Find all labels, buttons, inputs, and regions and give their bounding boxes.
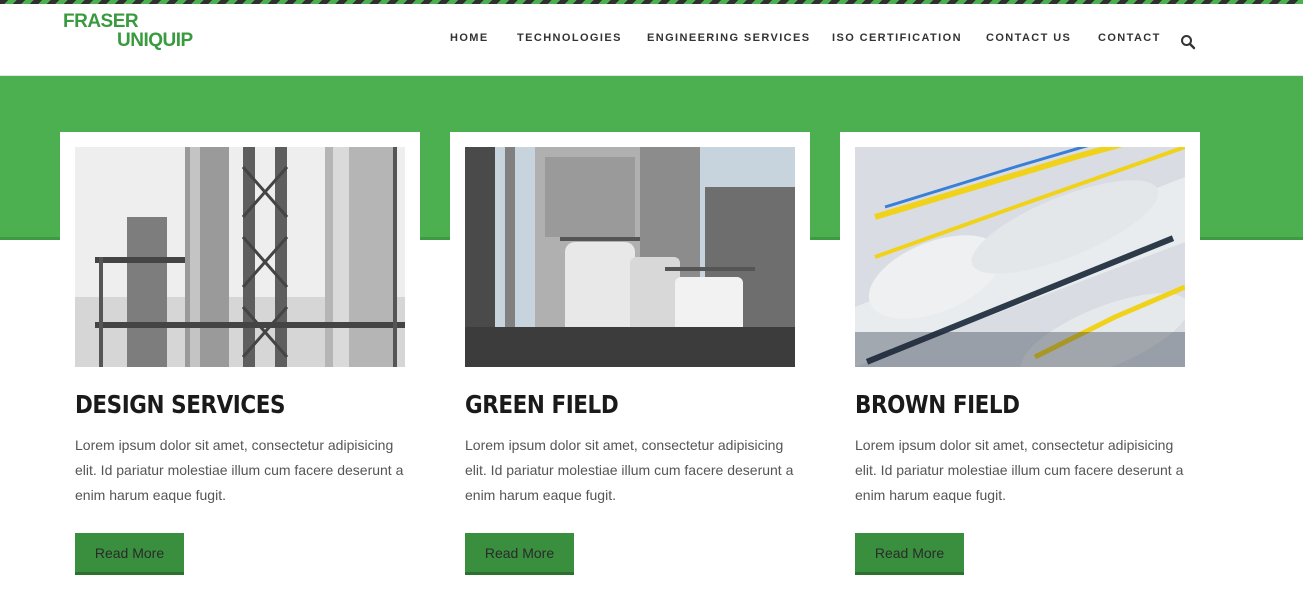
nav-engineering-services[interactable]: ENGINEERING SERVICES <box>647 32 811 44</box>
site-header: FRASER UNIQUIP HOME TECHNOLOGIES ENGINEE… <box>0 4 1303 76</box>
card-image-pipelines-tanks <box>855 147 1185 367</box>
card-title: BROWN FIELD <box>855 390 1020 419</box>
brand-line-1: FRASER <box>63 11 139 32</box>
card-description: Lorem ipsum dolor sit amet, consectetur … <box>465 437 794 503</box>
nav-technologies[interactable]: TECHNOLOGIES <box>517 32 622 44</box>
service-card-brown-field: BROWN FIELD Lorem ipsum dolor sit amet, … <box>840 132 1200 592</box>
nav-iso-certification[interactable]: ISO CERTIFICATION <box>832 32 962 44</box>
read-more-button[interactable]: Read More <box>855 533 964 575</box>
card-description: Lorem ipsum dolor sit amet, consectetur … <box>855 437 1184 503</box>
read-more-button[interactable]: Read More <box>465 533 574 575</box>
card-image-plant-silos <box>465 147 795 367</box>
read-more-button[interactable]: Read More <box>75 533 184 575</box>
nav-home[interactable]: HOME <box>450 32 489 44</box>
brand-logo[interactable]: FRASER UNIQUIP <box>63 10 193 54</box>
nav-contact[interactable]: CONTACT <box>1098 32 1161 44</box>
card-title: DESIGN SERVICES <box>75 390 286 419</box>
brand-line-2: UNIQUIP <box>117 30 193 51</box>
service-card-design: DESIGN SERVICES Lorem ipsum dolor sit am… <box>60 132 420 592</box>
nav-contact-us[interactable]: CONTACT US <box>986 32 1071 44</box>
service-card-green-field: GREEN FIELD Lorem ipsum dolor sit amet, … <box>450 132 810 592</box>
card-description: Lorem ipsum dolor sit amet, consectetur … <box>75 437 404 503</box>
search-icon[interactable] <box>1180 34 1196 50</box>
card-title: GREEN FIELD <box>465 390 619 419</box>
card-image-industrial-towers <box>75 147 405 367</box>
